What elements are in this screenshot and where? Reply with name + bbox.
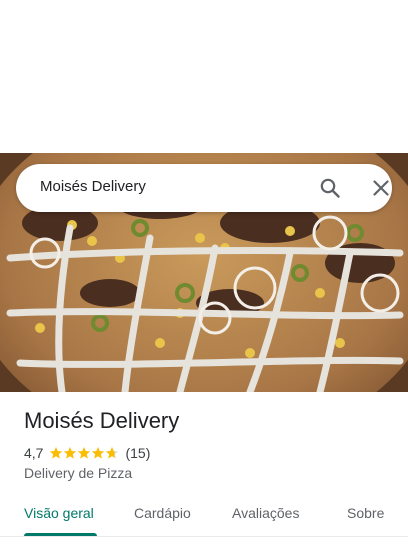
search-bar[interactable]: Moisés Delivery <box>16 164 392 212</box>
star-icon <box>92 447 105 459</box>
search-icon[interactable] <box>318 176 342 200</box>
rating-row[interactable]: 4,7 (15) <box>24 444 150 462</box>
star-icon <box>78 447 91 459</box>
map-blank-area <box>0 0 408 153</box>
tab-reviews[interactable]: Avaliações <box>232 505 299 521</box>
star-icon <box>106 447 119 459</box>
tabs-divider <box>0 536 408 537</box>
star-icon <box>64 447 77 459</box>
close-icon[interactable] <box>369 176 393 200</box>
review-count[interactable]: (15) <box>125 445 150 461</box>
rating-value: 4,7 <box>24 445 44 461</box>
place-tabs: Visão geral Cardápio Avaliações Sobre <box>0 495 408 540</box>
star-rating <box>49 446 119 460</box>
tab-about[interactable]: Sobre <box>347 505 384 521</box>
star-icon <box>50 447 63 459</box>
place-title: Moisés Delivery <box>24 408 180 433</box>
tab-overview[interactable]: Visão geral <box>24 505 94 521</box>
place-category[interactable]: Delivery de Pizza <box>24 465 132 481</box>
tab-menu[interactable]: Cardápio <box>134 505 191 521</box>
search-input[interactable]: Moisés Delivery <box>40 164 146 212</box>
